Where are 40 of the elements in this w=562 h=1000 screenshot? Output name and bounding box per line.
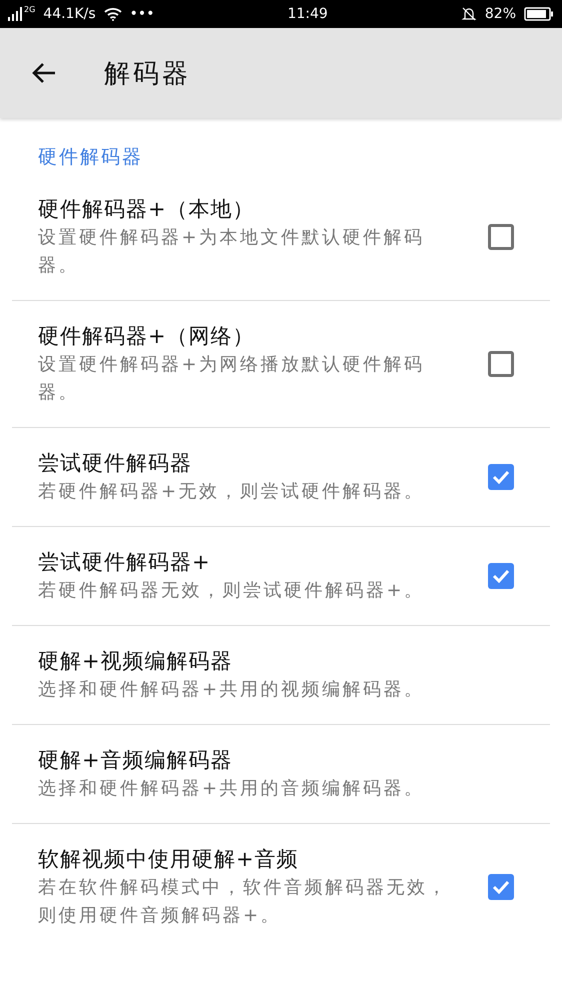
setting-title: 软解视频中使用硬解+音频 xyxy=(38,846,300,873)
setting-summary: 选择和硬件解码器+共用的视频编解码器。 xyxy=(38,678,426,702)
setting-title: 硬件解码器+（网络） xyxy=(38,323,256,350)
setting-summary: 设置硬件解码器+为网络播放默认硬件解码器。 xyxy=(38,353,426,405)
check-icon xyxy=(492,880,510,894)
setting-title: 硬解+音频编解码器 xyxy=(38,747,234,774)
section-header: 硬件解码器 xyxy=(37,145,144,170)
setting-summary: 选择和硬件解码器+共用的音频编解码器。 xyxy=(38,777,426,801)
setting-summary: 设置硬件解码器+为本地文件默认硬件解码器。 xyxy=(38,226,426,278)
checkbox[interactable] xyxy=(488,351,514,377)
setting-row[interactable]: 软解视频中使用硬解+音频 若在软件解码模式中，软件音频解码器无效，则使用硬件音频解码器+。 xyxy=(12,824,550,950)
checkbox[interactable] xyxy=(488,874,514,900)
setting-summary: 若硬件解码器+无效，则尝试硬件解码器。 xyxy=(38,480,426,504)
check-icon xyxy=(492,470,510,484)
setting-title: 尝试硬件解码器 xyxy=(38,450,193,477)
setting-row[interactable]: 硬件解码器+（网络） 设置硬件解码器+为网络播放默认硬件解码器。 xyxy=(12,301,550,428)
checkbox[interactable] xyxy=(488,224,514,250)
setting-summary: 若在软件解码模式中，软件音频解码器无效，则使用硬件音频解码器+。 xyxy=(38,876,449,928)
battery-icon xyxy=(524,7,554,21)
network-type: 2G xyxy=(24,4,36,14)
setting-row[interactable]: 尝试硬件解码器+ 若硬件解码器无效，则尝试硬件解码器+。 xyxy=(12,527,550,626)
wifi-icon xyxy=(104,7,122,21)
more-indicator: ••• xyxy=(130,6,154,22)
battery-level: 82% xyxy=(484,6,516,22)
setting-row[interactable]: 硬解+视频编解码器 选择和硬件解码器+共用的视频编解码器。 xyxy=(12,626,550,725)
setting-title: 硬件解码器+（本地） xyxy=(38,196,256,223)
setting-title: 尝试硬件解码器+ xyxy=(38,549,212,576)
setting-row[interactable]: 硬件解码器+（本地） 设置硬件解码器+为本地文件默认硬件解码器。 xyxy=(12,174,550,301)
setting-summary: 若硬件解码器无效，则尝试硬件解码器+。 xyxy=(38,579,426,603)
checkbox[interactable] xyxy=(488,464,514,490)
clock: 11:49 xyxy=(287,6,328,22)
page-title: 解码器 xyxy=(104,58,191,90)
setting-row[interactable]: 硬解+音频编解码器 选择和硬件解码器+共用的音频编解码器。 xyxy=(12,725,550,824)
bell-off-icon xyxy=(460,6,477,22)
check-icon xyxy=(492,569,510,583)
signal-icon xyxy=(8,7,22,21)
checkbox[interactable] xyxy=(488,563,514,589)
setting-title: 硬解+视频编解码器 xyxy=(38,648,234,675)
setting-row[interactable]: 尝试硬件解码器 若硬件解码器+无效，则尝试硬件解码器。 xyxy=(12,428,550,527)
network-speed: 44.1K/s xyxy=(43,6,96,22)
